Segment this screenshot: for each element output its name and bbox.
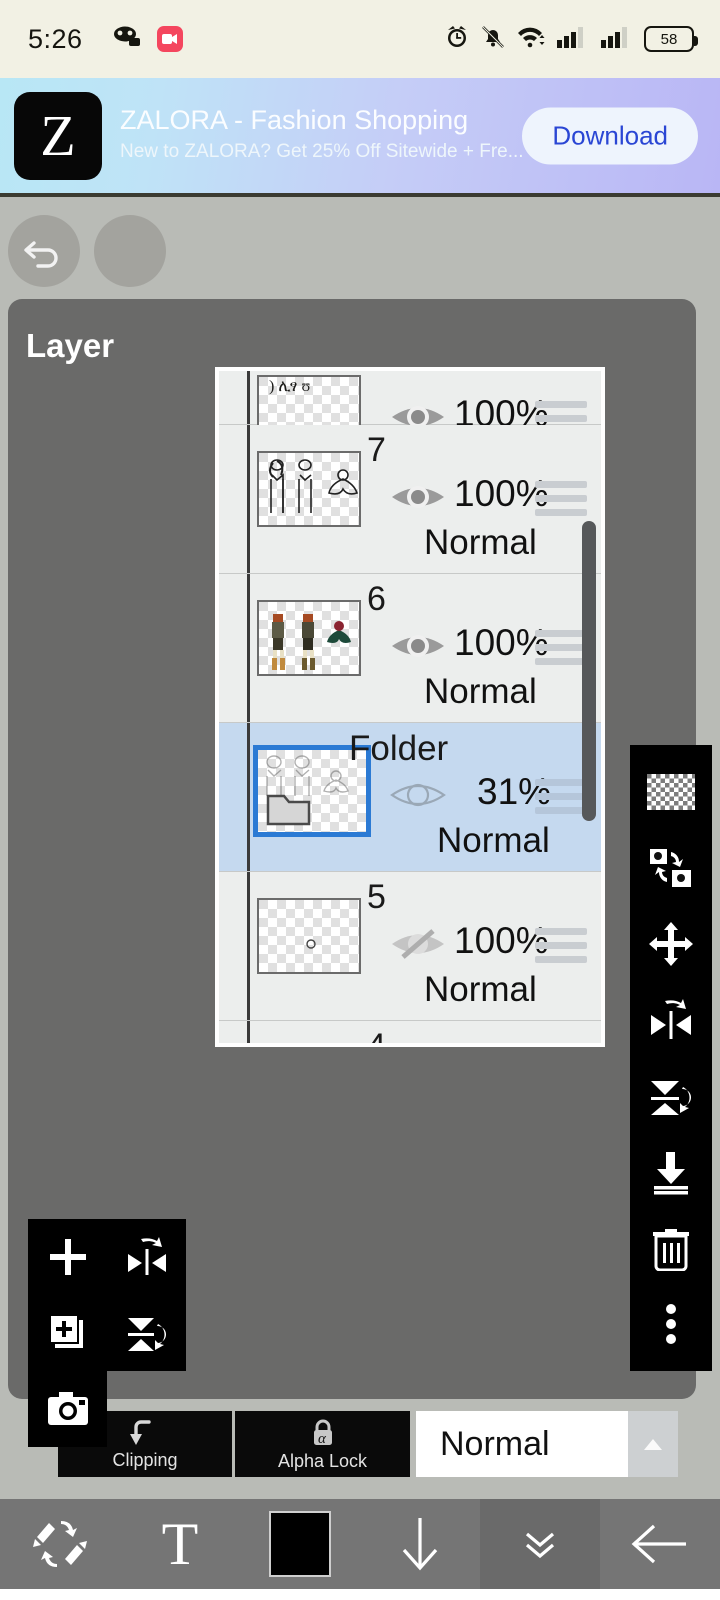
text-tool-glyph: T [161,1511,199,1577]
status-right-icons: 58 [444,24,698,55]
signal-bars-icon [556,25,590,54]
layer-list[interactable]: ) ሊፃ ʊ 100% Normal [219,371,601,1043]
merge-down-icon[interactable] [630,1135,712,1209]
layer-visibility-toggle[interactable] [389,924,447,964]
layer-indent-line [247,723,250,871]
layer-name: Folder [349,729,449,768]
layer-blend-mode: Normal [424,672,537,711]
table-row[interactable]: 7 100% Normal [219,425,601,574]
table-row[interactable]: ) ሊፃ ʊ 100% Normal [219,371,601,482]
layer-name: 6 [367,580,386,618]
layer-blend-mode: Normal [437,821,550,860]
text-tool-icon[interactable]: T [120,1499,240,1589]
battery-level: 58 [660,30,678,48]
blend-mode-select[interactable]: Normal [416,1411,678,1477]
alpha-lock-label: Alpha Lock [277,1450,368,1471]
battery-indicator: 58 [644,26,698,52]
layer-panel-title: Layer [26,327,115,364]
transform-selection-icon[interactable] [630,831,712,905]
game-controller-icon [113,25,143,54]
layer-drag-handle[interactable] [535,630,587,672]
drawing-app-root: not sold [0,197,720,1589]
ad-banner[interactable]: Z ZALORA - Fashion Shopping New to ZALOR… [0,78,720,193]
camera-import-icon[interactable] [28,1371,107,1447]
layer-name: 5 [367,878,386,916]
flip-horizontal-icon[interactable] [107,1219,186,1295]
layer-indent-line [247,872,250,1020]
alarm-icon [444,24,470,55]
layer-visibility-toggle[interactable] [389,477,447,517]
layer-list-container[interactable]: ) ሊፃ ʊ 100% Normal [215,367,605,1047]
redo-button[interactable] [94,215,166,287]
undo-button[interactable] [8,215,80,287]
layer-visibility-toggle[interactable] [389,775,447,815]
mute-bell-icon [480,24,506,55]
duplicate-layer-icon[interactable] [28,1295,107,1371]
layer-blend-mode: Normal [424,523,537,562]
signal-bars-2-icon [600,25,634,54]
more-options-icon[interactable] [630,1287,712,1361]
status-bar: 5:26 58 [0,0,720,78]
collapse-chevrons-icon[interactable] [480,1499,600,1589]
ad-logo: Z [14,91,102,180]
table-row[interactable]: 4 100% Normal [219,1021,601,1047]
layer-indent-line [247,1021,250,1043]
status-left-icons [113,25,183,54]
layer-name: 4 [367,1027,386,1047]
move-icon[interactable] [630,907,712,981]
layer-name: 7 [367,431,386,469]
table-row[interactable]: 6 100% Normal [219,574,601,723]
layer-actions-toolbar [630,745,712,1371]
download-arrow-icon[interactable] [360,1499,480,1589]
svg-text:α: α [318,1431,327,1447]
add-layer-icon[interactable] [28,1219,107,1295]
layer-indent-line [247,574,250,722]
flip-vertical-icon[interactable] [630,1059,712,1133]
ad-download-button[interactable]: Download [522,107,698,164]
layer-visibility-toggle[interactable] [389,626,447,666]
transparency-checker-icon[interactable] [630,755,712,829]
status-time: 5:26 [28,23,83,54]
color-swatch[interactable] [269,1511,331,1577]
layer-thumbnail[interactable] [257,451,361,527]
android-nav-bar [0,1589,720,1600]
layer-blend-mode: Normal [424,970,537,1009]
ad-text-block: ZALORA - Fashion Shopping New to ZALORA?… [120,104,524,166]
table-row[interactable]: Folder 31% Normal [219,723,601,872]
delete-layer-icon[interactable] [630,1211,712,1285]
layer-drag-handle[interactable] [535,928,587,970]
ad-subtitle: New to ZALORA? Get 25% Off Sitewide + Fr… [120,141,524,163]
clipping-label: Clipping [112,1449,178,1470]
back-arrow-icon[interactable] [600,1499,720,1589]
alpha-lock-button[interactable]: α Alpha Lock [235,1411,410,1477]
flip-vertical-icon[interactable] [107,1295,186,1371]
screen-record-icon [156,26,183,52]
ad-title: ZALORA - Fashion Shopping [120,105,469,136]
wifi-icon [516,24,546,55]
brush-eraser-swap-icon[interactable] [0,1499,120,1589]
layer-list-scrollbar[interactable] [582,521,596,821]
table-row[interactable]: 5 100% Normal [219,872,601,1021]
history-buttons [8,215,166,287]
quick-layer-toolbar [28,1219,186,1447]
blend-mode-value: Normal [440,1424,550,1463]
layer-indent-line [247,371,250,424]
layer-indent-line [247,425,250,573]
flip-horizontal-icon[interactable] [630,983,712,1057]
layer-thumbnail[interactable] [257,898,361,974]
bottom-toolbar: T [0,1499,720,1589]
layer-thumbnail[interactable] [257,600,361,676]
layer-drag-handle[interactable] [535,779,587,821]
color-swatch-button[interactable] [240,1499,360,1589]
chevron-up-icon[interactable] [628,1411,678,1477]
svg-text:) ሊፃ ʊ: ) ሊፃ ʊ [269,378,310,395]
layer-drag-handle[interactable] [535,481,587,523]
